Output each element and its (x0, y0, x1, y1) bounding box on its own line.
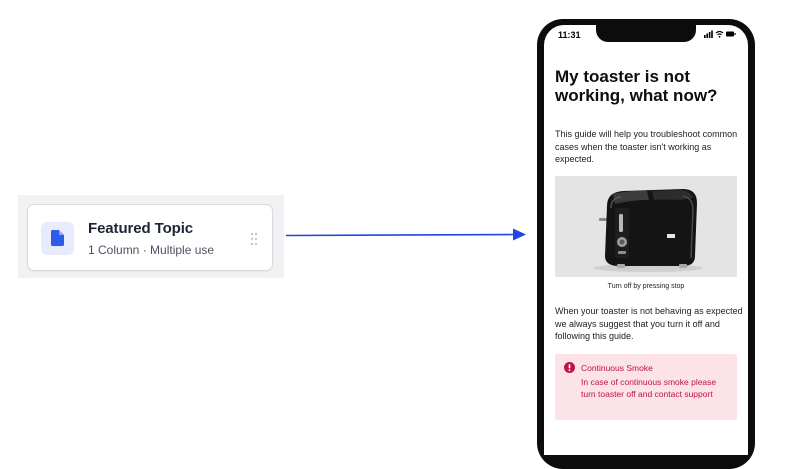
alert-box: Continuous Smoke In case of continuous s… (555, 354, 737, 420)
wifi-icon (715, 30, 724, 38)
document-icon (51, 230, 64, 246)
signal-icon (704, 30, 713, 38)
card-subtitle: 1 Column · Multiple use (88, 243, 215, 257)
drag-handle-icon[interactable] (250, 232, 258, 246)
featured-topic-card[interactable]: Featured Topic 1 Column · Multiple use (27, 204, 273, 271)
card-icon-container (41, 222, 74, 255)
toaster-image (555, 176, 737, 277)
article-intro: This guide will help you troubleshoot co… (555, 129, 738, 164)
article-body: When your toaster is not behaving as exp… (555, 306, 743, 341)
battery-icon (726, 31, 736, 37)
card-title: Featured Topic (88, 220, 193, 237)
alert-title: Continuous Smoke (581, 363, 653, 373)
phone-notch (596, 25, 696, 42)
alert-message: In case of continuous smoke please turn … (581, 377, 717, 399)
phone-screen: 11:31 My toaster is not working, what no… (544, 25, 748, 455)
image-caption: Turn off by pressing stop (607, 283, 685, 290)
alert-icon (564, 362, 575, 373)
status-time: 11:31 (558, 30, 581, 40)
status-icons (704, 30, 736, 38)
article-title: My toaster is not working, what now? (555, 67, 718, 105)
arrow-connector (285, 228, 526, 241)
toaster-illustration (593, 189, 703, 272)
